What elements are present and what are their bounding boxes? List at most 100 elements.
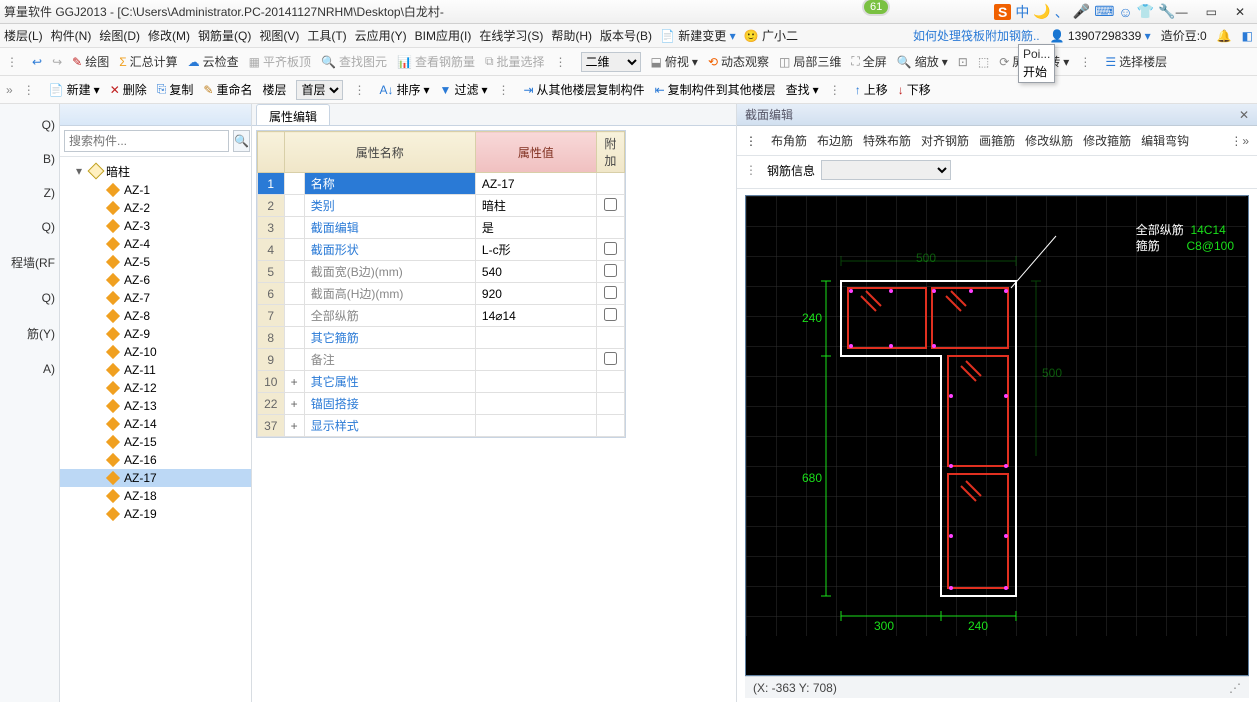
menu-help[interactable]: 帮助(H): [551, 27, 592, 44]
tool-modify-long[interactable]: 修改纵筋: [1025, 132, 1073, 149]
undo-button[interactable]: ↩: [32, 55, 42, 69]
tree-node-az-7[interactable]: AZ-7: [60, 289, 251, 307]
move-down-button[interactable]: ↓下移: [898, 81, 931, 98]
new-change-button[interactable]: 📄 新建变更 ▾: [660, 27, 736, 44]
help-link[interactable]: 如何处理筏板附加钢筋..: [913, 27, 1040, 44]
tree-root[interactable]: ▾ 暗柱: [60, 161, 251, 181]
tool-modify-stirrup[interactable]: 修改箍筋: [1083, 132, 1131, 149]
rename-button[interactable]: ✎重命名: [203, 81, 252, 98]
extra-checkbox[interactable]: [604, 198, 617, 211]
grip-icon-7[interactable]: ⋮: [829, 83, 841, 97]
expand-icon[interactable]: +: [284, 371, 304, 393]
copy-from-button[interactable]: ⇥从其他楼层复制构件: [523, 81, 644, 98]
tree-node-az-18[interactable]: AZ-18: [60, 487, 251, 505]
tree-node-az-12[interactable]: AZ-12: [60, 379, 251, 397]
tool-special[interactable]: 特殊布筋: [863, 132, 911, 149]
prop-value[interactable]: 暗柱: [475, 195, 596, 217]
copy-button[interactable]: ⎘复制: [157, 81, 194, 98]
tree-node-az-10[interactable]: AZ-10: [60, 343, 251, 361]
tree-node-az-16[interactable]: AZ-16: [60, 451, 251, 469]
cat-y[interactable]: 筋(Y): [2, 315, 57, 352]
cat-q2[interactable]: Q): [2, 210, 57, 244]
prop-value[interactable]: 14⌀14: [475, 305, 596, 327]
prop-value[interactable]: 是: [475, 217, 596, 239]
tree-node-az-13[interactable]: AZ-13: [60, 397, 251, 415]
tree-node-az-11[interactable]: AZ-11: [60, 361, 251, 379]
tree-node-az-19[interactable]: AZ-19: [60, 505, 251, 523]
grip-icon[interactable]: ⋮: [6, 55, 18, 69]
tool-stirrup[interactable]: 画箍筋: [979, 132, 1015, 149]
ime-zhong[interactable]: 中: [1015, 2, 1029, 22]
ime-wrench-icon[interactable]: 🔧: [1158, 3, 1175, 20]
grip-icon-2[interactable]: ⋮: [555, 55, 567, 69]
section-close-button[interactable]: ✕: [1239, 108, 1249, 122]
prop-row[interactable]: 9备注: [258, 349, 625, 371]
rebar-info-select[interactable]: [821, 160, 951, 180]
prop-row[interactable]: 5截面宽(B边)(mm)540: [258, 261, 625, 283]
prop-row[interactable]: 2类别暗柱: [258, 195, 625, 217]
prop-row[interactable]: 37+显示样式: [258, 415, 625, 437]
tree-node-az-8[interactable]: AZ-8: [60, 307, 251, 325]
expand-icon[interactable]: +: [284, 393, 304, 415]
ime-moon-icon[interactable]: 🌙: [1033, 3, 1050, 20]
property-grid[interactable]: 属性名称 属性值 附加 1名称AZ-172类别暗柱3截面编辑是4截面形状L-c形…: [256, 130, 626, 438]
floor-select[interactable]: 首层: [296, 80, 343, 100]
select-floor-button[interactable]: ☰选择楼层: [1105, 53, 1167, 70]
menu-modify[interactable]: 修改(M): [148, 27, 190, 44]
copy-to-button[interactable]: ⇤复制构件到其他楼层: [655, 81, 776, 98]
align-slab-button[interactable]: ▦平齐板顶: [249, 53, 311, 70]
menu-bim[interactable]: BIM应用(I): [415, 27, 472, 44]
tool-icon-3[interactable]: ⬚: [978, 55, 989, 69]
prop-row[interactable]: 3截面编辑是: [258, 217, 625, 239]
prop-row[interactable]: 1名称AZ-17: [258, 173, 625, 195]
search-button[interactable]: 🔍: [233, 130, 250, 152]
move-up-button[interactable]: ↑上移: [855, 81, 888, 98]
find-button[interactable]: 查找▾: [786, 81, 819, 98]
prop-value[interactable]: 540: [475, 261, 596, 283]
ime-shirt-icon[interactable]: 👕: [1137, 3, 1154, 20]
extra-checkbox[interactable]: [604, 286, 617, 299]
menu-cloud[interactable]: 云应用(Y): [355, 27, 407, 44]
zoom-button[interactable]: 🔍缩放▾: [897, 53, 948, 70]
expand-icon[interactable]: +: [284, 415, 304, 437]
prop-row[interactable]: 4截面形状L-c形: [258, 239, 625, 261]
app-icon[interactable]: ◧: [1242, 29, 1253, 43]
local3d-button[interactable]: ◫局部三维: [779, 53, 841, 70]
grip-icon-8[interactable]: ⋮: [745, 134, 757, 148]
menu-draw[interactable]: 绘图(D): [99, 27, 140, 44]
user-badge[interactable]: 🙂 广小二: [744, 27, 798, 44]
prop-value[interactable]: [475, 371, 596, 393]
prop-value[interactable]: [475, 393, 596, 415]
view-mode-select[interactable]: 二维: [581, 52, 641, 72]
cat-q3[interactable]: Q): [2, 281, 57, 315]
component-tree[interactable]: ▾ 暗柱 AZ-1AZ-2AZ-3AZ-4AZ-5AZ-6AZ-7AZ-8AZ-…: [60, 157, 251, 702]
tree-node-az-4[interactable]: AZ-4: [60, 235, 251, 253]
prop-value[interactable]: AZ-17: [475, 173, 596, 195]
prop-row[interactable]: 10+其它属性: [258, 371, 625, 393]
maximize-button[interactable]: ▭: [1206, 5, 1217, 19]
extra-checkbox[interactable]: [604, 264, 617, 277]
minimize-button[interactable]: —: [1176, 5, 1188, 19]
prop-value[interactable]: 920: [475, 283, 596, 305]
vhandle-icon[interactable]: ⋮»: [1230, 134, 1249, 148]
bell-icon[interactable]: 🔔: [1217, 29, 1232, 43]
prop-value[interactable]: L-c形: [475, 239, 596, 261]
phone-label[interactable]: 👤 13907298339 ▾: [1050, 29, 1151, 43]
cat-rf[interactable]: 程墙(RF: [2, 244, 57, 281]
tree-node-az-6[interactable]: AZ-6: [60, 271, 251, 289]
prop-row[interactable]: 7全部纵筋14⌀14: [258, 305, 625, 327]
fullscreen-button[interactable]: ⛶全屏: [851, 53, 886, 70]
cat-q1[interactable]: Q): [2, 108, 57, 142]
tree-node-az-1[interactable]: AZ-1: [60, 181, 251, 199]
ime-mic-icon[interactable]: 🎤: [1073, 3, 1090, 20]
grip-icon-4[interactable]: ⋮: [23, 83, 35, 97]
tree-node-az-9[interactable]: AZ-9: [60, 325, 251, 343]
orbit-button[interactable]: ⟲动态观察: [708, 53, 769, 70]
tree-node-az-14[interactable]: AZ-14: [60, 415, 251, 433]
tree-node-az-15[interactable]: AZ-15: [60, 433, 251, 451]
extra-checkbox[interactable]: [604, 308, 617, 321]
arrow-icon[interactable]: »: [6, 83, 13, 97]
prop-value[interactable]: [475, 327, 596, 349]
top-view-button[interactable]: ⬓俯视▾: [651, 53, 698, 70]
tree-node-az-2[interactable]: AZ-2: [60, 199, 251, 217]
